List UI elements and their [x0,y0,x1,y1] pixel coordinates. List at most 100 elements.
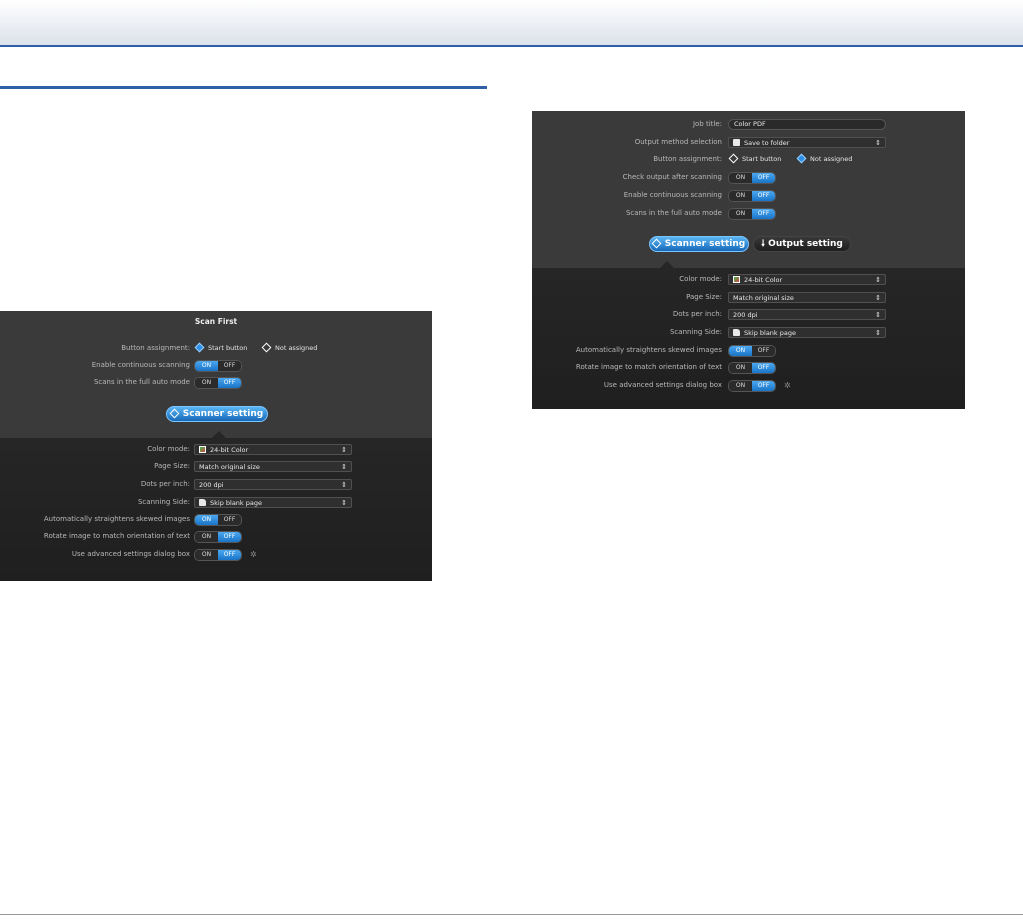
toggle-on: ON [195,515,218,525]
advanced-toggle[interactable]: ON OFF [194,549,242,561]
output-method-select[interactable]: Save to folder ⇕ [728,137,886,148]
rotate-toggle[interactable]: ON OFF [728,362,776,374]
scanning-side-select[interactable]: Skip blank page ⇕ [194,497,352,508]
page-size-select[interactable]: Match original size ⇕ [194,461,352,472]
output-method-row: Output method selection Save to folder ⇕ [532,136,965,149]
page-size-value: Match original size [733,294,794,302]
continuous-scan-label: Enable continuous scanning [623,191,722,199]
updown-arrow-icon: ⇕ [875,329,881,337]
page-icon [199,499,206,506]
advanced-toggle[interactable]: ON OFF [728,380,776,392]
full-auto-label: Scans in the full auto mode [625,209,722,217]
rotate-row: Rotate image to match orientation of tex… [0,530,432,543]
button-assignment-row: Button assignment: Start button Not assi… [0,342,432,355]
scanner-setting-label: Scanner setting [664,239,746,249]
toggle-off: OFF [752,173,775,183]
scanning-side-value: Skip blank page [210,499,262,507]
button-assignment-label: Button assignment: [121,344,190,352]
not-assigned-radio[interactable]: Not assigned [796,153,852,166]
start-button-label: Start button [208,344,248,352]
page-size-select[interactable]: Match original size ⇕ [728,292,886,303]
toggle-on: ON [729,346,752,356]
check-output-row: Check output after scanning ON OFF [532,171,965,184]
scanning-side-label: Scanning Side: [669,328,722,336]
straighten-toggle[interactable]: ON OFF [194,514,242,526]
job-title-label: Job title: [692,120,722,128]
scanning-side-select[interactable]: Skip blank page ⇕ [728,327,886,338]
scanner-setting-label: Scanner setting [182,409,264,419]
toggle-on: ON [729,381,752,391]
scanner-setting-button[interactable]: Scanner setting [166,406,268,422]
straighten-row: Automatically straightens skewed images … [0,513,432,526]
rotate-label: Rotate image to match orientation of tex… [43,532,190,540]
updown-arrow-icon: ⇕ [341,463,347,471]
diamond-icon [169,408,180,419]
continuous-scan-label: Enable continuous scanning [91,361,190,369]
page-size-row: Page Size: Match original size ⇕ [0,460,432,473]
start-button-radio[interactable]: Start button [194,342,248,355]
panel-title: Scan First [194,317,238,326]
advanced-row: Use advanced settings dialog box ON OFF … [532,379,965,392]
color-mode-select[interactable]: 24-bit Color ⇕ [194,444,352,455]
diamond-icon [796,153,807,164]
output-setting-label: Output setting [768,239,843,249]
toggle-on: ON [195,550,218,560]
dpi-select[interactable]: 200 dpi ⇕ [728,309,886,320]
color-mode-value: 24-bit Color [210,446,249,454]
start-button-radio[interactable]: Start button [728,153,782,166]
continuous-scan-toggle[interactable]: ON OFF [728,190,776,202]
check-output-toggle[interactable]: ON OFF [728,172,776,184]
continuous-scan-toggle[interactable]: ON OFF [194,360,242,372]
job-settings-panel: Job title: Color PDF Output method selec… [532,111,965,409]
not-assigned-label: Not assigned [275,344,318,352]
updown-arrow-icon: ⇕ [875,294,881,302]
advanced-label: Use advanced settings dialog box [603,381,722,389]
not-assigned-radio[interactable]: Not assigned [261,342,318,355]
button-assignment-label: Button assignment: [653,155,722,163]
updown-arrow-icon: ⇕ [875,311,881,319]
diamond-icon [651,238,662,249]
output-setting-button[interactable]: 🠗 Output setting [753,236,851,252]
scanning-side-value: Skip blank page [744,329,796,337]
diamond-icon [261,342,272,353]
toggle-off: OFF [752,381,775,391]
straighten-toggle[interactable]: ON OFF [728,345,776,357]
scanner-setting-button[interactable]: Scanner setting [649,236,749,252]
header-rule [0,45,1023,47]
diamond-icon [194,342,205,353]
dpi-select[interactable]: 200 dpi ⇕ [194,479,352,490]
scanning-side-row: Scanning Side: Skip blank page ⇕ [532,326,965,339]
full-auto-toggle[interactable]: ON OFF [728,208,776,220]
toggle-off: OFF [218,550,241,560]
dpi-row: Dots per inch: 200 dpi ⇕ [0,478,432,491]
full-auto-toggle[interactable]: ON OFF [194,377,242,389]
page-size-row: Page Size: Match original size ⇕ [532,291,965,304]
toggle-off: OFF [752,346,775,356]
panel-notch [212,431,226,438]
updown-arrow-icon: ⇕ [341,481,347,489]
dpi-value: 200 dpi [733,311,758,319]
job-title-input[interactable]: Color PDF [728,119,886,130]
color-mode-row: Color mode: 24-bit Color ⇕ [0,443,432,456]
toggle-on: ON [729,209,752,219]
page-header-band [0,0,1023,46]
check-output-label: Check output after scanning [622,173,722,181]
footer-rule [0,914,1023,915]
toggle-on: ON [195,378,218,388]
gear-icon[interactable]: ✲ [784,379,791,392]
color-mode-select[interactable]: 24-bit Color ⇕ [728,274,886,285]
toggle-on: ON [729,191,752,201]
page-size-label: Page Size: [154,462,190,470]
start-button-label: Start button [742,155,782,163]
toggle-off: OFF [218,515,241,525]
toggle-off: OFF [752,191,775,201]
updown-arrow-icon: ⇕ [875,139,881,147]
diamond-icon [728,153,739,164]
rotate-toggle[interactable]: ON OFF [194,531,242,543]
gear-icon[interactable]: ✲ [250,548,257,561]
scan-first-panel: Scan First Button assignment: Start butt… [0,311,432,581]
straighten-label: Automatically straightens skewed images [43,515,190,523]
scanning-side-label: Scanning Side: [137,498,190,506]
full-auto-label: Scans in the full auto mode [93,378,190,386]
rotate-row: Rotate image to match orientation of tex… [532,361,965,374]
